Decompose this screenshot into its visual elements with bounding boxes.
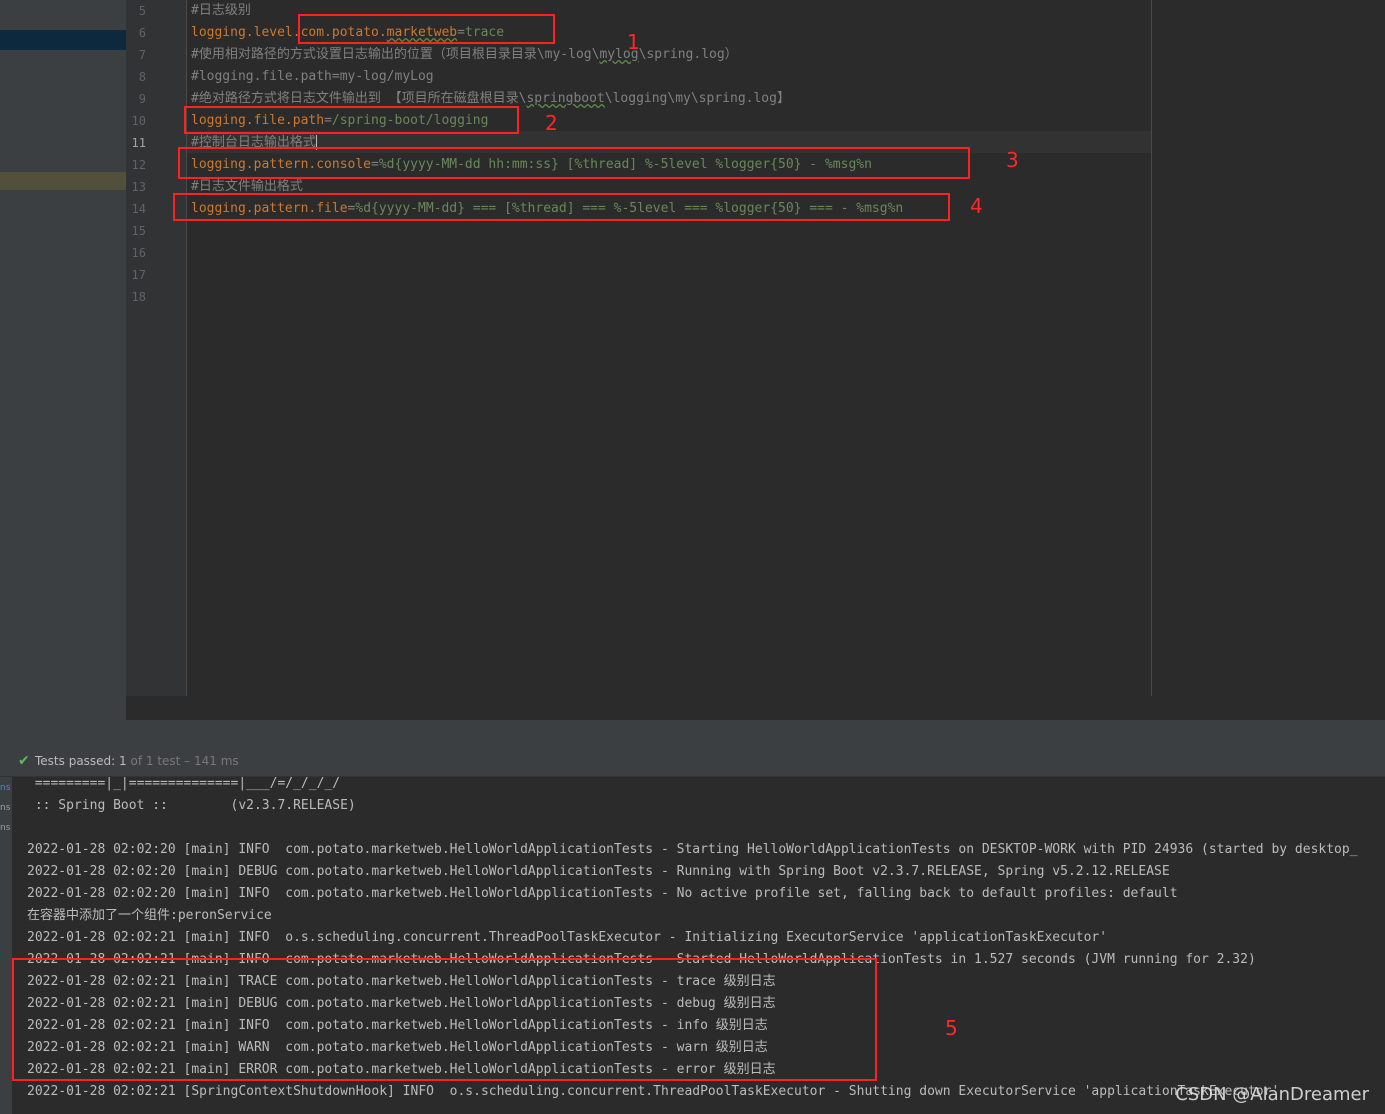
console-line: 2022-01-28 02:02:20 [main] INFO com.pota… <box>27 842 1358 857</box>
line-number: 5 <box>138 4 146 18</box>
console-line: 在容器中添加了一个组件:peronService <box>27 908 272 923</box>
annotation-box-4 <box>173 193 950 221</box>
right-margin-guide <box>1151 0 1152 696</box>
comment-text: #绝对路径方式将日志文件输出到 【项目所在磁盘根目录\ <box>191 91 527 106</box>
tool-window-divider[interactable] <box>0 720 1385 748</box>
line-number: 14 <box>131 202 146 216</box>
console-line: 2022-01-28 02:02:20 [main] INFO com.pota… <box>27 886 1178 901</box>
side-tab[interactable]: ns <box>0 803 10 813</box>
line-number: 13 <box>131 180 146 194</box>
line-number: 16 <box>131 246 146 260</box>
console-line: =========|_|==============|___/=/_/_/_/ <box>27 776 341 791</box>
test-count: 1 <box>119 754 127 768</box>
project-panel[interactable] <box>0 0 126 720</box>
code-line-7[interactable]: #使用相对路径的方式设置日志输出的位置（项目根目录目录\my-log\mylog… <box>191 44 738 66</box>
annotation-box-1 <box>298 14 555 44</box>
console-line: 2022-01-28 02:02:20 [main] DEBUG com.pot… <box>27 864 1170 879</box>
watermark: CSDN @AlanDreamer <box>1175 1084 1369 1105</box>
comment-text: #使用相对路径的方式设置日志输出的位置（项目根目录目录\my-log\ <box>191 47 600 62</box>
code-line-8[interactable]: #logging.file.path=my-log/myLog <box>191 66 434 88</box>
line-number-current: 11 <box>131 136 146 150</box>
annotation-label-5: 5 <box>945 1016 958 1040</box>
test-status-prefix: Tests passed: <box>35 754 120 768</box>
console-side-tabs[interactable]: ns ns ns <box>0 777 12 1114</box>
annotation-box-5 <box>12 958 877 1081</box>
line-number: 9 <box>138 92 146 106</box>
property-key: logging.level. <box>191 25 301 40</box>
annotation-box-2 <box>184 106 519 134</box>
highlighted-tree-item[interactable] <box>0 172 126 190</box>
comment-text: #日志级别 <box>191 3 251 18</box>
comment-typo: springboot <box>526 91 605 106</box>
annotation-label-2: 2 <box>545 111 558 135</box>
test-status-text: Tests passed: 1 of 1 test – 141 ms <box>35 754 239 768</box>
line-number: 8 <box>138 70 146 84</box>
console-line: 2022-01-28 02:02:21 [SpringContextShutdo… <box>27 1084 1280 1099</box>
side-tab[interactable]: ns <box>0 783 10 793</box>
comment-text: \logging\my\spring.log】 <box>604 91 790 106</box>
annotation-box-3 <box>178 147 970 179</box>
annotation-label-4: 4 <box>970 194 983 218</box>
code-line-5[interactable]: #日志级别 <box>191 0 251 22</box>
annotation-label-1: 1 <box>627 30 640 54</box>
line-number: 12 <box>131 158 146 172</box>
annotation-label-3: 3 <box>1006 148 1019 172</box>
console-line: 2022-01-28 02:02:21 [main] INFO o.s.sche… <box>27 930 1108 945</box>
comment-text: #日志文件输出格式 <box>191 179 303 194</box>
line-number: 17 <box>131 268 146 282</box>
side-tab[interactable]: ns <box>0 823 10 833</box>
line-number: 6 <box>138 26 146 40</box>
comment-text: #logging.file.path=my-log/myLog <box>191 69 434 84</box>
comment-text: \spring.log） <box>638 47 738 62</box>
line-number: 18 <box>131 290 146 304</box>
editor-horizontal-scrollbar[interactable] <box>126 696 1385 720</box>
line-number: 15 <box>131 224 146 238</box>
check-icon: ✔ <box>18 753 30 769</box>
line-number: 7 <box>138 48 146 62</box>
selected-tree-item[interactable] <box>0 30 126 50</box>
line-number: 10 <box>131 114 146 128</box>
test-status-rest: of 1 test – 141 ms <box>126 754 239 768</box>
console-line: :: Spring Boot :: (v2.3.7.RELEASE) <box>27 798 356 813</box>
